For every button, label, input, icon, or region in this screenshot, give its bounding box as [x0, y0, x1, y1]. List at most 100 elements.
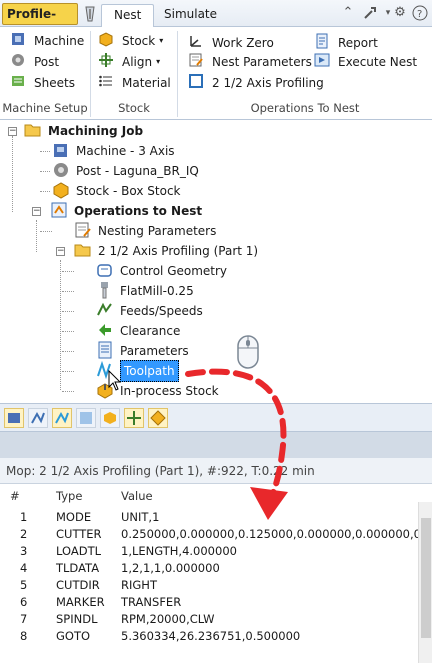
execute-nest-icon: [314, 53, 330, 70]
sheets-button[interactable]: Sheets: [10, 73, 75, 93]
cell-type: TLDATA: [56, 561, 100, 575]
tree-node-tool[interactable]: FlatMill-0.25: [96, 281, 194, 301]
cell-value: UNIT,1: [121, 510, 160, 524]
cell-value: TRANSFER: [121, 595, 182, 609]
app-menu-tab[interactable]: Profile-NEST: [2, 3, 78, 41]
column-header-number[interactable]: #: [10, 484, 20, 508]
tab-nest[interactable]: Nest: [101, 4, 155, 28]
cell-type: GOTO: [56, 629, 91, 643]
material-label: Material: [122, 76, 171, 90]
column-header-type[interactable]: Type: [56, 484, 82, 508]
work-zero-axis-icon: [188, 35, 204, 51]
toolbar-machine-icon[interactable]: [4, 408, 24, 428]
node-label-selected: Toolpath: [120, 360, 179, 382]
group-label-operations: Operations To Nest: [250, 101, 360, 115]
cell-type: CUTTER: [56, 527, 102, 541]
node-label: FlatMill-0.25: [120, 284, 194, 298]
tree-line: [62, 311, 74, 312]
report-button[interactable]: Report: [314, 33, 378, 53]
tree-node-post[interactable]: Post - Laguna_BR_IQ: [52, 161, 199, 181]
align-button[interactable]: Align ▾: [98, 52, 160, 72]
post-button[interactable]: Post: [10, 52, 59, 72]
cell-number: 5: [20, 578, 28, 592]
collapse-toggle[interactable]: −: [32, 207, 41, 216]
tools-icon[interactable]: [362, 5, 378, 21]
table-row[interactable]: 3 LOADTL 1,LENGTH,4.000000: [0, 543, 418, 560]
tree-line: [36, 220, 37, 252]
help-icon[interactable]: ?: [412, 5, 428, 21]
tree-node-profiling[interactable]: 2 1/2 Axis Profiling (Part 1): [74, 241, 258, 261]
node-label: Operations to Nest: [74, 204, 203, 218]
tree-node-stock[interactable]: Stock - Box Stock: [52, 181, 181, 201]
material-button[interactable]: Material: [98, 73, 171, 93]
table-row[interactable]: 2 CUTTER 0.250000,0.000000,0.125000,0.0000…: [0, 526, 418, 543]
toolbar-nest-icon[interactable]: [148, 408, 168, 428]
post-label: Post: [34, 55, 60, 69]
tab-simulate[interactable]: Simulate: [152, 4, 229, 27]
nest-parameters-icon: [74, 222, 92, 240]
cell-value: RPM,20000,CLW: [121, 612, 215, 626]
machine-icon: [52, 142, 70, 160]
tree-node-feeds-speeds[interactable]: Feeds/Speeds: [96, 301, 203, 321]
mop-header: Mop: 2 1/2 Axis Profiling (Part 1), #:92…: [0, 458, 432, 484]
table-row[interactable]: 5 CUTDIR RIGHT: [0, 577, 418, 594]
table-scrollbar[interactable]: [418, 502, 432, 663]
tree-node-parameters[interactable]: Parameters: [96, 341, 189, 361]
tree-toolbar: [0, 404, 432, 432]
toolbar-simulate-icon[interactable]: [76, 408, 96, 428]
svg-text:?: ?: [417, 9, 422, 20]
tree-node-clearance[interactable]: Clearance: [96, 321, 180, 341]
flat-mill-tool-icon: [96, 282, 114, 300]
folder-open-icon: [74, 242, 92, 260]
node-label: Clearance: [120, 324, 181, 338]
toolbar-ops-icon[interactable]: [28, 408, 48, 428]
node-label: In-process Stock: [120, 384, 219, 398]
table-row[interactable]: 4 TLDATA 1,2,1,1,0.000000: [0, 560, 418, 577]
column-header-value[interactable]: Value: [121, 484, 153, 508]
cell-value: 0.250000,0.000000,0.125000,0.000000,0.00…: [121, 527, 418, 541]
machine-button[interactable]: Machine: [10, 31, 84, 51]
tree-line: [60, 260, 61, 390]
panel-splitter[interactable]: [0, 432, 432, 458]
collapse-toggle[interactable]: −: [8, 127, 17, 136]
collapse-toggle[interactable]: −: [56, 247, 65, 256]
parameters-icon: [96, 341, 114, 360]
feeds-speeds-icon: [96, 302, 114, 320]
post-icon: [10, 54, 26, 70]
title-tab-bar: Profile-NEST Nest Simulate ⌃ ▾ ⚙ ?: [0, 0, 432, 41]
folder-open-icon: [24, 122, 42, 140]
toolbar-align-icon[interactable]: [124, 408, 144, 428]
tree-line: [40, 171, 50, 172]
nest-parameters-button[interactable]: Nest Parameters: [188, 52, 312, 72]
toolbar-toolpath-icon[interactable]: [52, 408, 72, 428]
tree-node-operations[interactable]: Operations to Nest: [50, 201, 202, 221]
profiling-icon: [188, 74, 204, 91]
cell-value: 1,LENGTH,4.000000: [121, 544, 237, 558]
cell-number: 4: [20, 561, 28, 575]
table-row[interactable]: 7 SPINDL RPM,20000,CLW: [0, 611, 418, 628]
work-zero-button[interactable]: Work Zero: [188, 33, 274, 53]
operations-icon: [50, 202, 68, 220]
stock-box-icon: [52, 182, 70, 200]
cell-number: 8: [20, 629, 28, 643]
scrollbar-thumb[interactable]: [421, 518, 431, 638]
table-row[interactable]: 6 MARKER TRANSFER: [0, 594, 418, 611]
tree-line: [40, 191, 50, 192]
tree-node-machining-job[interactable]: Machining Job: [24, 121, 143, 141]
node-label: 2 1/2 Axis Profiling (Part 1): [98, 244, 259, 258]
tree-node-control-geometry[interactable]: Control Geometry: [96, 261, 227, 281]
nest-parameters-icon: [188, 53, 204, 70]
tree-line: [62, 391, 74, 392]
tree-node-nesting-parameters[interactable]: Nesting Parameters: [74, 221, 216, 241]
toolbar-stock-icon[interactable]: [100, 408, 120, 428]
stock-button[interactable]: Stock ▾: [98, 31, 163, 51]
profiling-button[interactable]: 2 1/2 Axis Profiling: [188, 73, 324, 93]
gear-icon[interactable]: ⚙: [392, 5, 408, 21]
collapse-ribbon-icon[interactable]: ⌃: [340, 5, 356, 21]
table-row[interactable]: 1 MODE UNIT,1: [0, 509, 418, 526]
tree-node-machine[interactable]: Machine - 3 Axis: [52, 141, 175, 161]
table-row[interactable]: 8 GOTO 5.360334,26.236751,0.500000: [0, 628, 418, 645]
node-label: Machining Job: [48, 124, 144, 138]
execute-nest-button[interactable]: Execute Nest: [314, 52, 417, 72]
align-icon: [98, 53, 114, 70]
